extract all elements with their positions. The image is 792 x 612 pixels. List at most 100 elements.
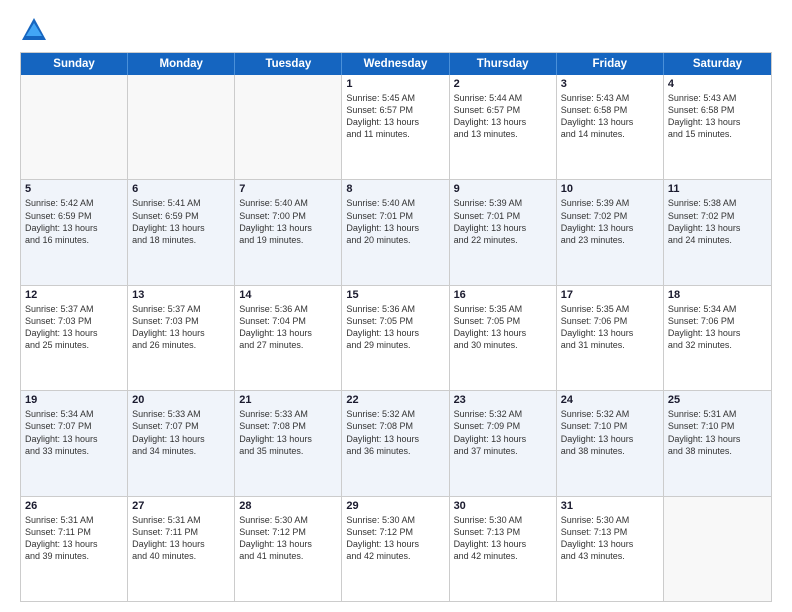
cell-info-line: Daylight: 13 hours bbox=[346, 222, 444, 234]
cell-info-line: Daylight: 13 hours bbox=[454, 433, 552, 445]
day-number: 22 bbox=[346, 394, 444, 406]
cell-info-line: Sunset: 6:59 PM bbox=[132, 210, 230, 222]
cell-info-line: Daylight: 13 hours bbox=[132, 327, 230, 339]
cell-info-line: and 23 minutes. bbox=[561, 234, 659, 246]
cell-info-line: Sunrise: 5:41 AM bbox=[132, 197, 230, 209]
cell-info-line: Sunrise: 5:30 AM bbox=[454, 514, 552, 526]
cell-info-line: Sunset: 7:07 PM bbox=[132, 420, 230, 432]
calendar-cell-4-3: 21Sunrise: 5:33 AMSunset: 7:08 PMDayligh… bbox=[235, 391, 342, 495]
cell-info-line: Sunset: 7:02 PM bbox=[561, 210, 659, 222]
cell-info-line: Sunset: 7:02 PM bbox=[668, 210, 767, 222]
cell-info-line: Sunset: 7:10 PM bbox=[668, 420, 767, 432]
cell-info-line: and 22 minutes. bbox=[454, 234, 552, 246]
cell-info-line: Sunrise: 5:40 AM bbox=[239, 197, 337, 209]
calendar-cell-5-3: 28Sunrise: 5:30 AMSunset: 7:12 PMDayligh… bbox=[235, 497, 342, 601]
day-number: 11 bbox=[668, 183, 767, 195]
cell-info-line: and 25 minutes. bbox=[25, 339, 123, 351]
cell-info-line: Sunrise: 5:38 AM bbox=[668, 197, 767, 209]
cell-info-line: Sunrise: 5:35 AM bbox=[454, 303, 552, 315]
calendar-cell-2-3: 7Sunrise: 5:40 AMSunset: 7:00 PMDaylight… bbox=[235, 180, 342, 284]
cell-info-line: Sunset: 7:08 PM bbox=[239, 420, 337, 432]
cell-info-line: Sunset: 7:04 PM bbox=[239, 315, 337, 327]
day-number: 23 bbox=[454, 394, 552, 406]
cell-info-line: Daylight: 13 hours bbox=[132, 433, 230, 445]
cell-info-line: Daylight: 13 hours bbox=[25, 538, 123, 550]
cell-info-line: and 41 minutes. bbox=[239, 550, 337, 562]
day-number: 2 bbox=[454, 78, 552, 90]
day-number: 9 bbox=[454, 183, 552, 195]
cell-info-line: Sunset: 7:12 PM bbox=[239, 526, 337, 538]
cell-info-line: Daylight: 13 hours bbox=[346, 433, 444, 445]
calendar-cell-2-5: 9Sunrise: 5:39 AMSunset: 7:01 PMDaylight… bbox=[450, 180, 557, 284]
day-number: 8 bbox=[346, 183, 444, 195]
cell-info-line: Daylight: 13 hours bbox=[668, 327, 767, 339]
calendar-cell-4-5: 23 Sunrise: 5:32 AMSunset: 7:09 PMDayligh… bbox=[450, 391, 557, 495]
day-number: 29 bbox=[346, 500, 444, 512]
cell-info-line: Daylight: 13 hours bbox=[25, 433, 123, 445]
calendar-cell-4-1: 19Sunrise: 5:34 AMSunset: 7:07 PMDayligh… bbox=[21, 391, 128, 495]
cell-info-line: and 39 minutes. bbox=[25, 550, 123, 562]
cell-info-line: Daylight: 13 hours bbox=[454, 327, 552, 339]
day-number: 15 bbox=[346, 289, 444, 301]
calendar: SundayMondayTuesdayWednesdayThursdayFrid… bbox=[20, 52, 772, 602]
cell-info-line: and 34 minutes. bbox=[132, 445, 230, 457]
calendar-cell-3-5: 16Sunrise: 5:35 AMSunset: 7:05 PMDayligh… bbox=[450, 286, 557, 390]
cell-info-line: and 29 minutes. bbox=[346, 339, 444, 351]
cell-info-line: Daylight: 13 hours bbox=[561, 433, 659, 445]
day-number: 4 bbox=[668, 78, 767, 90]
cell-info-line: Sunset: 7:09 PM bbox=[454, 420, 552, 432]
cell-info-line: Daylight: 13 hours bbox=[239, 222, 337, 234]
calendar-cell-2-7: 11 Sunrise: 5:38 AMSunset: 7:02 PMDayligh… bbox=[664, 180, 771, 284]
cell-info-line: Sunset: 7:12 PM bbox=[346, 526, 444, 538]
day-number: 19 bbox=[25, 394, 123, 406]
cell-info-line: Sunset: 7:07 PM bbox=[25, 420, 123, 432]
day-number: 26 bbox=[25, 500, 123, 512]
cell-info-line: Daylight: 13 hours bbox=[454, 222, 552, 234]
cell-info-line: Daylight: 13 hours bbox=[239, 538, 337, 550]
day-number: 16 bbox=[454, 289, 552, 301]
calendar-cell-1-7: 4Sunrise: 5:43 AMSunset: 6:58 PMDaylight… bbox=[664, 75, 771, 179]
weekday-header-friday: Friday bbox=[557, 53, 664, 75]
cell-info-line: and 24 minutes. bbox=[668, 234, 767, 246]
calendar-row-3: 12Sunrise: 5:37 AMSunset: 7:03 PMDayligh… bbox=[21, 285, 771, 390]
cell-info-line: Daylight: 13 hours bbox=[239, 327, 337, 339]
cell-info-line: Daylight: 13 hours bbox=[668, 433, 767, 445]
cell-info-line: Daylight: 13 hours bbox=[668, 222, 767, 234]
cell-info-line: Sunset: 7:08 PM bbox=[346, 420, 444, 432]
cell-info-line: Sunset: 6:57 PM bbox=[454, 104, 552, 116]
cell-info-line: and 31 minutes. bbox=[561, 339, 659, 351]
day-number: 30 bbox=[454, 500, 552, 512]
cell-info-line: Daylight: 13 hours bbox=[346, 538, 444, 550]
cell-info-line: Sunrise: 5:32 AM bbox=[454, 408, 552, 420]
cell-info-line: Sunset: 7:03 PM bbox=[132, 315, 230, 327]
day-number: 27 bbox=[132, 500, 230, 512]
cell-info-line: Sunrise: 5:31 AM bbox=[668, 408, 767, 420]
calendar-cell-1-6: 3Sunrise: 5:43 AMSunset: 6:58 PMDaylight… bbox=[557, 75, 664, 179]
cell-info-line: and 35 minutes. bbox=[239, 445, 337, 457]
cell-info-line: Sunrise: 5:30 AM bbox=[239, 514, 337, 526]
day-number: 5 bbox=[25, 183, 123, 195]
day-number: 20 bbox=[132, 394, 230, 406]
calendar-cell-1-2 bbox=[128, 75, 235, 179]
cell-info-line: Sunset: 7:11 PM bbox=[25, 526, 123, 538]
cell-info-line: Sunrise: 5:45 AM bbox=[346, 92, 444, 104]
cell-info-line: Sunrise: 5:39 AM bbox=[454, 197, 552, 209]
cell-info-line: Sunrise: 5:34 AM bbox=[668, 303, 767, 315]
day-number: 12 bbox=[25, 289, 123, 301]
cell-info-line: Sunrise: 5:35 AM bbox=[561, 303, 659, 315]
calendar-row-4: 19Sunrise: 5:34 AMSunset: 7:07 PMDayligh… bbox=[21, 390, 771, 495]
day-number: 25 bbox=[668, 394, 767, 406]
calendar-cell-3-7: 18Sunrise: 5:34 AMSunset: 7:06 PMDayligh… bbox=[664, 286, 771, 390]
calendar-cell-1-4: 1Sunrise: 5:45 AMSunset: 6:57 PMDaylight… bbox=[342, 75, 449, 179]
cell-info-line: Sunset: 7:10 PM bbox=[561, 420, 659, 432]
cell-info-line: Daylight: 13 hours bbox=[561, 116, 659, 128]
cell-info-line: Sunset: 7:06 PM bbox=[561, 315, 659, 327]
calendar-cell-4-6: 24Sunrise: 5:32 AMSunset: 7:10 PMDayligh… bbox=[557, 391, 664, 495]
day-number: 18 bbox=[668, 289, 767, 301]
calendar-cell-3-6: 17Sunrise: 5:35 AMSunset: 7:06 PMDayligh… bbox=[557, 286, 664, 390]
calendar-cell-3-1: 12Sunrise: 5:37 AMSunset: 7:03 PMDayligh… bbox=[21, 286, 128, 390]
cell-info-line: Sunset: 6:57 PM bbox=[346, 104, 444, 116]
day-number: 10 bbox=[561, 183, 659, 195]
calendar-cell-5-6: 31Sunrise: 5:30 AMSunset: 7:13 PMDayligh… bbox=[557, 497, 664, 601]
cell-info-line: and 15 minutes. bbox=[668, 128, 767, 140]
